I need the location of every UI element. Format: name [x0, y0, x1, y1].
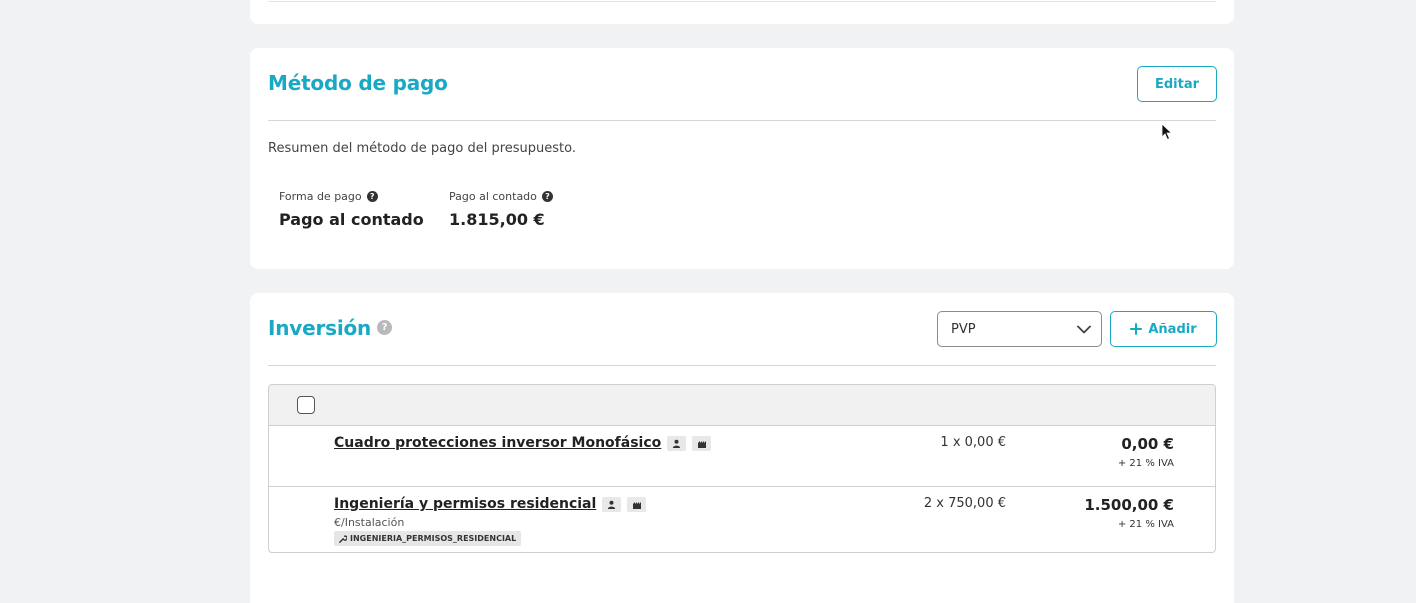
- building-icon: [627, 496, 647, 512]
- help-icon[interactable]: ?: [541, 191, 553, 202]
- investment-table: Cuadro protecciones inversor Monofásico …: [268, 384, 1216, 553]
- item-name-link[interactable]: Cuadro protecciones inversor Monofásico: [334, 435, 712, 451]
- user-icon: [667, 435, 687, 451]
- item-total: 1.500,00 €: [1084, 496, 1174, 514]
- user-icon: [602, 496, 622, 512]
- payment-method-title: Método de pago: [268, 71, 448, 95]
- item-quantity: 1 x 0,00 €: [940, 435, 1006, 450]
- item-tag: INGENIERIA_PERMISOS_RESIDENCIAL: [334, 531, 522, 546]
- divider: [268, 365, 1216, 366]
- chevron-down-icon: [1077, 325, 1091, 333]
- building-icon: [692, 435, 712, 451]
- edit-button[interactable]: Editar: [1137, 66, 1217, 102]
- payment-form-value: Pago al contado: [279, 210, 424, 229]
- payment-description: Resumen del método de pago del presupues…: [268, 141, 577, 156]
- divider: [268, 120, 1216, 121]
- table-row: Cuadro protecciones inversor Monofásico …: [269, 426, 1215, 487]
- mouse-cursor-icon: [1161, 123, 1173, 141]
- item-name: Cuadro protecciones inversor Monofásico: [334, 435, 662, 451]
- investment-card: Inversión? PVP Añadir Cuadro proteccione…: [250, 293, 1234, 603]
- item-quantity: 2 x 750,00 €: [923, 496, 1006, 511]
- plus-icon: [1130, 323, 1143, 335]
- item-name: Ingeniería y permisos residencial: [334, 496, 597, 512]
- payment-form-label: Forma de pago: [279, 190, 362, 203]
- add-button[interactable]: Añadir: [1110, 311, 1217, 347]
- select-all-checkbox[interactable]: [297, 396, 315, 414]
- wrench-icon: [339, 534, 347, 543]
- cash-payment-value: 1.815,00 €: [449, 210, 545, 229]
- item-name-link[interactable]: Ingeniería y permisos residencial: [334, 496, 647, 512]
- investment-title: Inversión: [268, 316, 372, 340]
- table-row: Ingeniería y permisos residencial €/Inst…: [269, 487, 1215, 552]
- price-type-value: PVP: [951, 321, 976, 337]
- help-icon[interactable]: ?: [377, 320, 393, 335]
- cash-payment-field: Pago al contado ? 1.815,00 €: [449, 190, 553, 229]
- item-tax: + 21 % IVA: [1117, 458, 1174, 469]
- help-icon[interactable]: ?: [366, 191, 378, 202]
- divider: [268, 1, 1216, 2]
- payment-method-card: Método de pago Editar Resumen del método…: [250, 48, 1234, 269]
- edit-button-label: Editar: [1154, 76, 1200, 92]
- item-tag-label: INGENIERIA_PERMISOS_RESIDENCIAL: [350, 534, 517, 543]
- add-button-label: Añadir: [1148, 321, 1197, 337]
- item-unit: €/Instalación: [334, 516, 405, 529]
- table-header: [269, 385, 1215, 426]
- item-tax: + 21 % IVA: [1117, 519, 1174, 530]
- price-type-select[interactable]: PVP: [937, 311, 1102, 347]
- item-total: 0,00 €: [1121, 435, 1174, 453]
- payment-form-field: Forma de pago ? Pago al contado: [279, 190, 424, 229]
- cash-payment-label: Pago al contado: [449, 190, 537, 203]
- investment-title-wrap: Inversión?: [268, 316, 393, 340]
- previous-card: [250, 0, 1234, 24]
